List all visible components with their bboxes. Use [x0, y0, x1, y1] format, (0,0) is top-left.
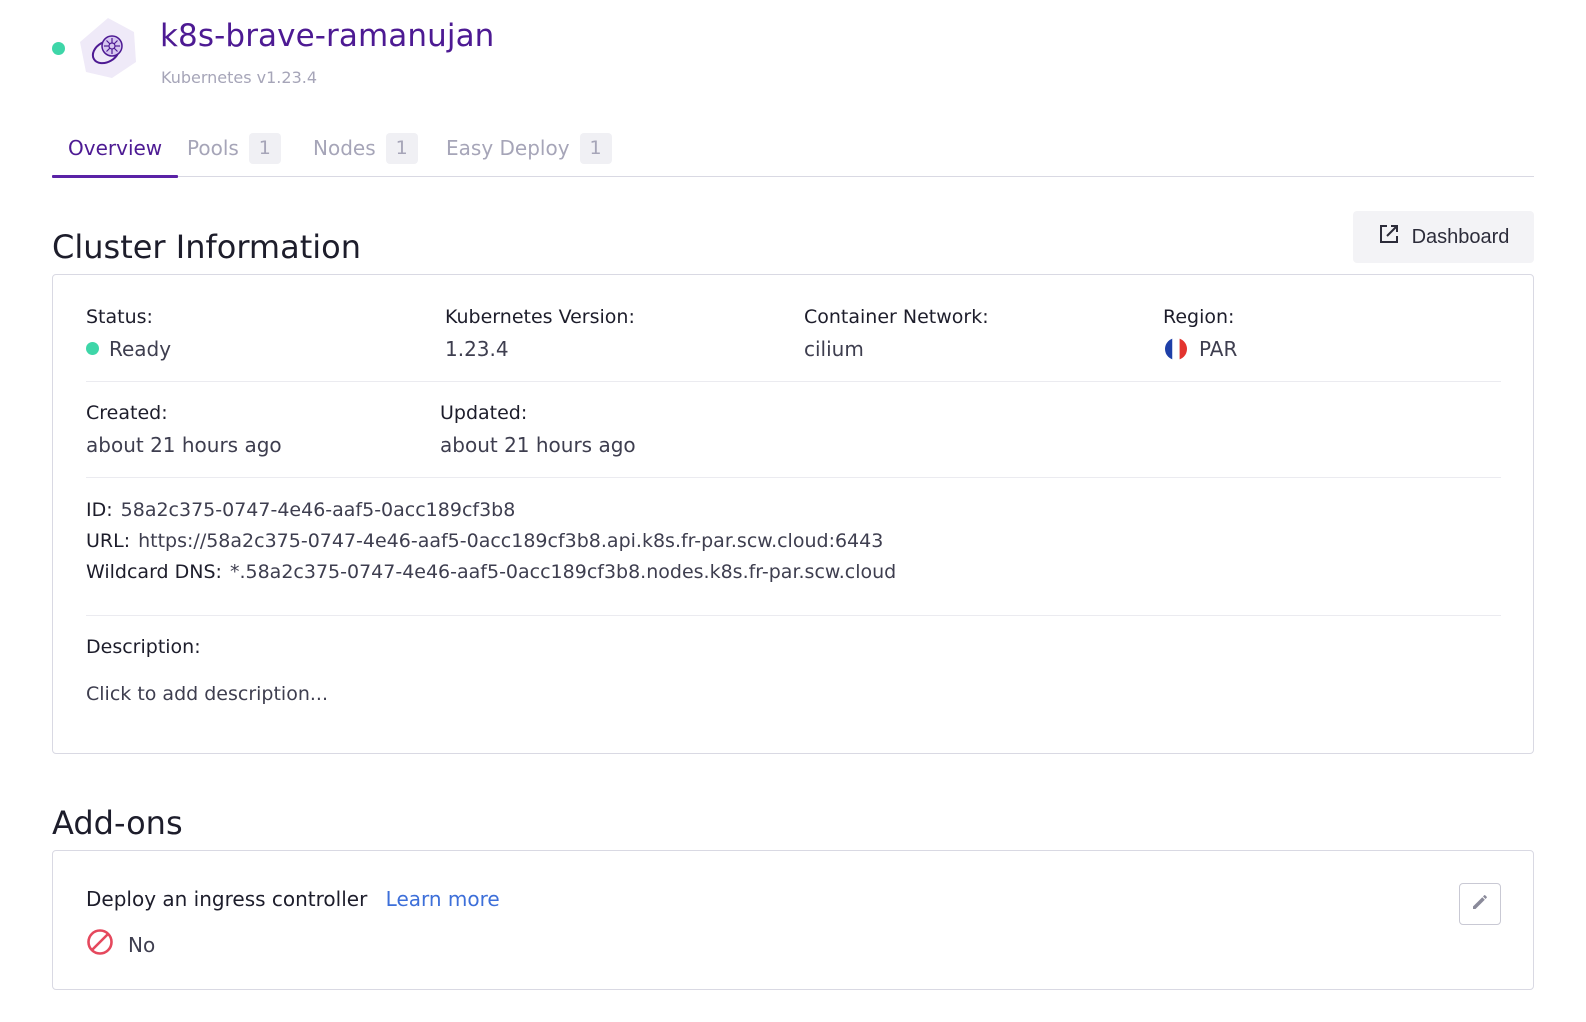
updated-value: about 21 hours ago — [440, 433, 636, 457]
wildcard-dns-label: Wildcard DNS: — [86, 561, 222, 583]
divider — [86, 381, 1501, 382]
wildcard-dns-row: Wildcard DNS: *.58a2c375-0747-4e46-aaf5-0… — [86, 561, 896, 583]
container-network-label: Container Network: — [804, 306, 989, 328]
cluster-information-heading: Cluster Information — [52, 228, 361, 266]
region-value: PAR — [1165, 337, 1237, 362]
ready-status-dot — [86, 342, 99, 355]
divider — [86, 477, 1501, 478]
tab-nodes[interactable]: Nodes 1 — [313, 128, 418, 177]
cluster-status-dot — [52, 42, 65, 55]
description-label: Description: — [86, 636, 201, 658]
ingress-controller-status: No — [86, 928, 155, 961]
region-label: Region: — [1163, 306, 1235, 328]
divider — [86, 615, 1501, 616]
addons-card: Deploy an ingress controller Learn more … — [52, 850, 1534, 990]
kubernetes-logo-icon — [76, 16, 140, 80]
tab-pools[interactable]: Pools 1 — [187, 128, 281, 177]
tab-label: Pools — [187, 136, 239, 160]
status-label: Status: — [86, 306, 153, 328]
ingress-controller-row: Deploy an ingress controller Learn more — [86, 887, 500, 911]
updated-label: Updated: — [440, 402, 528, 424]
region-text: PAR — [1199, 337, 1238, 361]
tab-overview[interactable]: Overview — [52, 128, 179, 178]
edit-addons-button[interactable] — [1459, 883, 1501, 925]
france-flag-icon — [1165, 337, 1187, 360]
external-link-icon — [1378, 223, 1400, 251]
ingress-status-text: No — [128, 932, 156, 957]
cluster-version-subtitle: Kubernetes v1.23.4 — [161, 68, 318, 87]
cluster-url-row: URL: https://58a2c375-0747-4e46-aaf5-0acc… — [86, 530, 883, 552]
tab-count-badge: 1 — [579, 133, 612, 164]
kubernetes-version-label: Kubernetes Version: — [445, 306, 635, 328]
created-label: Created: — [86, 402, 168, 424]
tab-label: Easy Deploy — [446, 136, 570, 160]
tab-count-badge: 1 — [385, 133, 418, 164]
dashboard-button[interactable]: Dashboard — [1353, 211, 1534, 263]
cluster-id-label: ID: — [86, 499, 113, 521]
dashboard-button-label: Dashboard — [1411, 225, 1510, 248]
tab-label: Nodes — [313, 136, 376, 160]
pencil-icon — [1471, 893, 1489, 915]
status-text: Ready — [109, 337, 172, 361]
addons-heading: Add-ons — [52, 804, 183, 842]
tab-bar: Overview Pools 1 Nodes 1 Easy Deploy 1 — [52, 128, 1534, 178]
cluster-id-row: ID: 58a2c375-0747-4e46-aaf5-0acc189cf3b8 — [86, 499, 515, 521]
cluster-url-label: URL: — [86, 530, 131, 552]
status-value: Ready — [86, 337, 171, 361]
wildcard-dns-value[interactable]: *.58a2c375-0747-4e46-aaf5-0acc189cf3b8.n… — [230, 561, 896, 583]
cluster-header: k8s-brave-ramanujan Kubernetes v1.23.4 — [52, 16, 952, 96]
cluster-id-value[interactable]: 58a2c375-0747-4e46-aaf5-0acc189cf3b8 — [121, 499, 516, 521]
created-value: about 21 hours ago — [86, 433, 282, 457]
container-network-value: cilium — [804, 337, 864, 361]
description-field[interactable]: Click to add description... — [86, 683, 328, 705]
forbidden-icon — [86, 928, 114, 961]
kubernetes-version-value: 1.23.4 — [445, 337, 509, 361]
tab-count-badge: 1 — [248, 133, 281, 164]
tab-label: Overview — [68, 136, 163, 160]
tab-easy-deploy[interactable]: Easy Deploy 1 — [446, 128, 612, 177]
cluster-name: k8s-brave-ramanujan — [160, 18, 495, 54]
learn-more-link[interactable]: Learn more — [386, 887, 500, 911]
cluster-information-card: Status: Ready Kubernetes Version: 1.23.4… — [52, 274, 1534, 754]
cluster-url-value[interactable]: https://58a2c375-0747-4e46-aaf5-0acc189c… — [138, 530, 883, 552]
ingress-controller-label: Deploy an ingress controller — [86, 887, 368, 911]
